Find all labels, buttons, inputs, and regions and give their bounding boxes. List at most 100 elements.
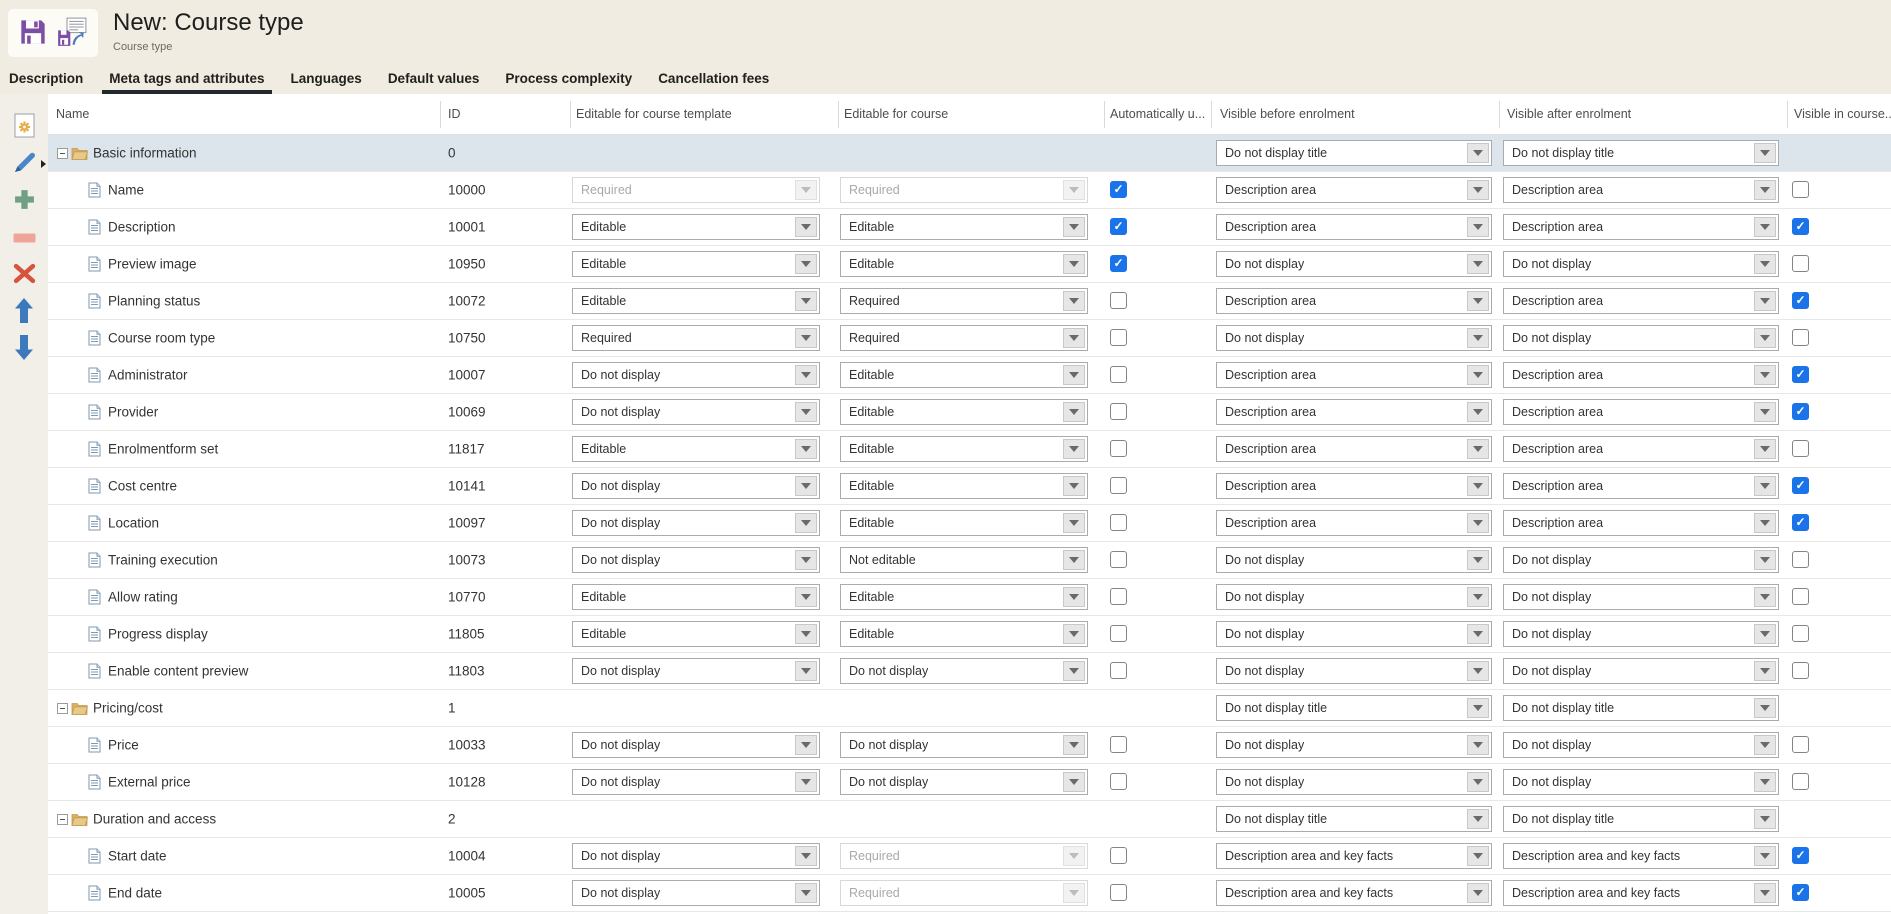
chevron-down-icon[interactable] [795,846,817,866]
chevron-down-icon[interactable] [1754,624,1776,644]
chevron-down-icon[interactable] [1063,217,1085,237]
visible-after-enrolment-dropdown[interactable]: Do not display title [1503,806,1779,832]
chevron-down-icon[interactable] [1754,587,1776,607]
visible-in-course-checkbox[interactable]: ✓ [1792,884,1809,901]
chevron-down-icon[interactable] [1467,180,1489,200]
editable-for-course-template-dropdown[interactable]: Editable [572,214,820,240]
editable-for-course-template-dropdown[interactable]: Do not display [572,399,820,425]
editable-for-course-dropdown[interactable]: Editable [840,584,1088,610]
editable-for-course-dropdown[interactable]: Editable [840,510,1088,536]
chevron-down-icon[interactable] [1467,735,1489,755]
column-header-visible-in-course[interactable]: Visible in course... [1794,107,1891,121]
editable-for-course-dropdown[interactable]: Editable [840,399,1088,425]
table-row-allow-rating[interactable]: Allow rating10770EditableEditableDo not … [48,579,1891,616]
table-row-training-execution[interactable]: Training execution10073Do not displayNot… [48,542,1891,579]
table-row-start-date[interactable]: Start date10004Do not displayRequiredDes… [48,838,1891,875]
visible-after-enrolment-dropdown[interactable]: Description area [1503,473,1779,499]
chevron-down-icon[interactable] [795,883,817,903]
chevron-down-icon[interactable] [1063,624,1085,644]
chevron-down-icon[interactable] [1467,772,1489,792]
table-row-cost-centre[interactable]: Cost centre10141Do not displayEditableDe… [48,468,1891,505]
chevron-down-icon[interactable] [1063,550,1085,570]
automatically-update-checkbox[interactable] [1110,662,1127,679]
editable-for-course-template-dropdown[interactable]: Do not display [572,843,820,869]
chevron-down-icon[interactable] [795,772,817,792]
visible-after-enrolment-dropdown[interactable]: Description area [1503,510,1779,536]
editable-for-course-template-dropdown[interactable]: Do not display [572,769,820,795]
visible-in-course-checkbox[interactable]: ✓ [1792,403,1809,420]
automatically-update-checkbox[interactable] [1110,292,1127,309]
chevron-down-icon[interactable] [1467,550,1489,570]
visible-in-course-checkbox[interactable] [1792,329,1809,346]
chevron-down-icon[interactable] [1467,328,1489,348]
remove-button[interactable] [13,225,36,251]
visible-before-enrolment-dropdown[interactable]: Do not display title [1216,140,1492,166]
group-row-basic-information[interactable]: Basic information0Do not display titleDo… [48,135,1891,172]
new-attribute-button[interactable] [14,114,35,140]
group-row-duration-and-access[interactable]: Duration and access2Do not display title… [48,801,1891,838]
chevron-down-icon[interactable] [1063,254,1085,274]
tab-languages[interactable]: Languages [291,62,362,94]
visible-after-enrolment-dropdown[interactable]: Do not display title [1503,695,1779,721]
visible-before-enrolment-dropdown[interactable]: Description area [1216,473,1492,499]
chevron-down-icon[interactable] [795,439,817,459]
group-row-pricing-cost[interactable]: Pricing/cost1Do not display titleDo not … [48,690,1891,727]
editable-for-course-dropdown[interactable]: Not editable [840,547,1088,573]
chevron-down-icon[interactable] [1063,402,1085,422]
delete-button[interactable] [13,262,36,288]
editable-for-course-dropdown[interactable]: Editable [840,362,1088,388]
chevron-down-icon[interactable] [1754,735,1776,755]
editable-for-course-dropdown[interactable]: Editable [840,214,1088,240]
visible-in-course-checkbox[interactable] [1792,773,1809,790]
chevron-down-icon[interactable] [795,365,817,385]
table-row-preview-image[interactable]: Preview image10950EditableEditable✓Do no… [48,246,1891,283]
automatically-update-checkbox[interactable] [1110,884,1127,901]
chevron-down-icon[interactable] [795,513,817,533]
visible-in-course-checkbox[interactable] [1792,662,1809,679]
chevron-down-icon[interactable] [1467,846,1489,866]
chevron-down-icon[interactable] [1754,772,1776,792]
collapse-toggle[interactable] [57,814,68,825]
visible-after-enrolment-dropdown[interactable]: Do not display [1503,325,1779,351]
chevron-down-icon[interactable] [1754,328,1776,348]
chevron-down-icon[interactable] [1063,365,1085,385]
visible-after-enrolment-dropdown[interactable]: Do not display [1503,621,1779,647]
visible-before-enrolment-dropdown[interactable]: Do not display [1216,732,1492,758]
chevron-down-icon[interactable] [1467,217,1489,237]
chevron-down-icon[interactable] [1063,513,1085,533]
chevron-down-icon[interactable] [1063,661,1085,681]
chevron-down-icon[interactable] [1467,809,1489,829]
automatically-update-checkbox[interactable]: ✓ [1110,255,1127,272]
edit-button[interactable] [12,151,37,177]
automatically-update-checkbox[interactable] [1110,366,1127,383]
column-header-editable-for-course-template[interactable]: Editable for course template [576,107,732,121]
visible-in-course-checkbox[interactable] [1792,255,1809,272]
visible-in-course-checkbox[interactable] [1792,551,1809,568]
chevron-down-icon[interactable] [1467,698,1489,718]
chevron-down-icon[interactable] [1467,476,1489,496]
chevron-down-icon[interactable] [1754,809,1776,829]
chevron-down-icon[interactable] [1467,143,1489,163]
chevron-down-icon[interactable] [1063,476,1085,496]
table-row-name[interactable]: Name10000RequiredRequired✓Description ar… [48,172,1891,209]
visible-after-enrolment-dropdown[interactable]: Description area and key facts [1503,880,1779,906]
visible-after-enrolment-dropdown[interactable]: Do not display [1503,658,1779,684]
automatically-update-checkbox[interactable] [1110,440,1127,457]
editable-for-course-dropdown[interactable]: Required [840,325,1088,351]
automatically-update-checkbox[interactable] [1110,551,1127,568]
visible-in-course-checkbox[interactable]: ✓ [1792,514,1809,531]
chevron-down-icon[interactable] [1063,772,1085,792]
chevron-down-icon[interactable] [1063,291,1085,311]
visible-after-enrolment-dropdown[interactable]: Do not display [1503,732,1779,758]
chevron-down-icon[interactable] [1467,439,1489,459]
editable-for-course-dropdown[interactable]: Do not display [840,732,1088,758]
chevron-down-icon[interactable] [1754,217,1776,237]
automatically-update-checkbox[interactable] [1110,847,1127,864]
chevron-down-icon[interactable] [795,587,817,607]
automatically-update-checkbox[interactable]: ✓ [1110,218,1127,235]
chevron-down-icon[interactable] [795,328,817,348]
chevron-down-icon[interactable] [1063,328,1085,348]
collapse-toggle[interactable] [57,703,68,714]
chevron-down-icon[interactable] [1754,291,1776,311]
automatically-update-checkbox[interactable] [1110,477,1127,494]
